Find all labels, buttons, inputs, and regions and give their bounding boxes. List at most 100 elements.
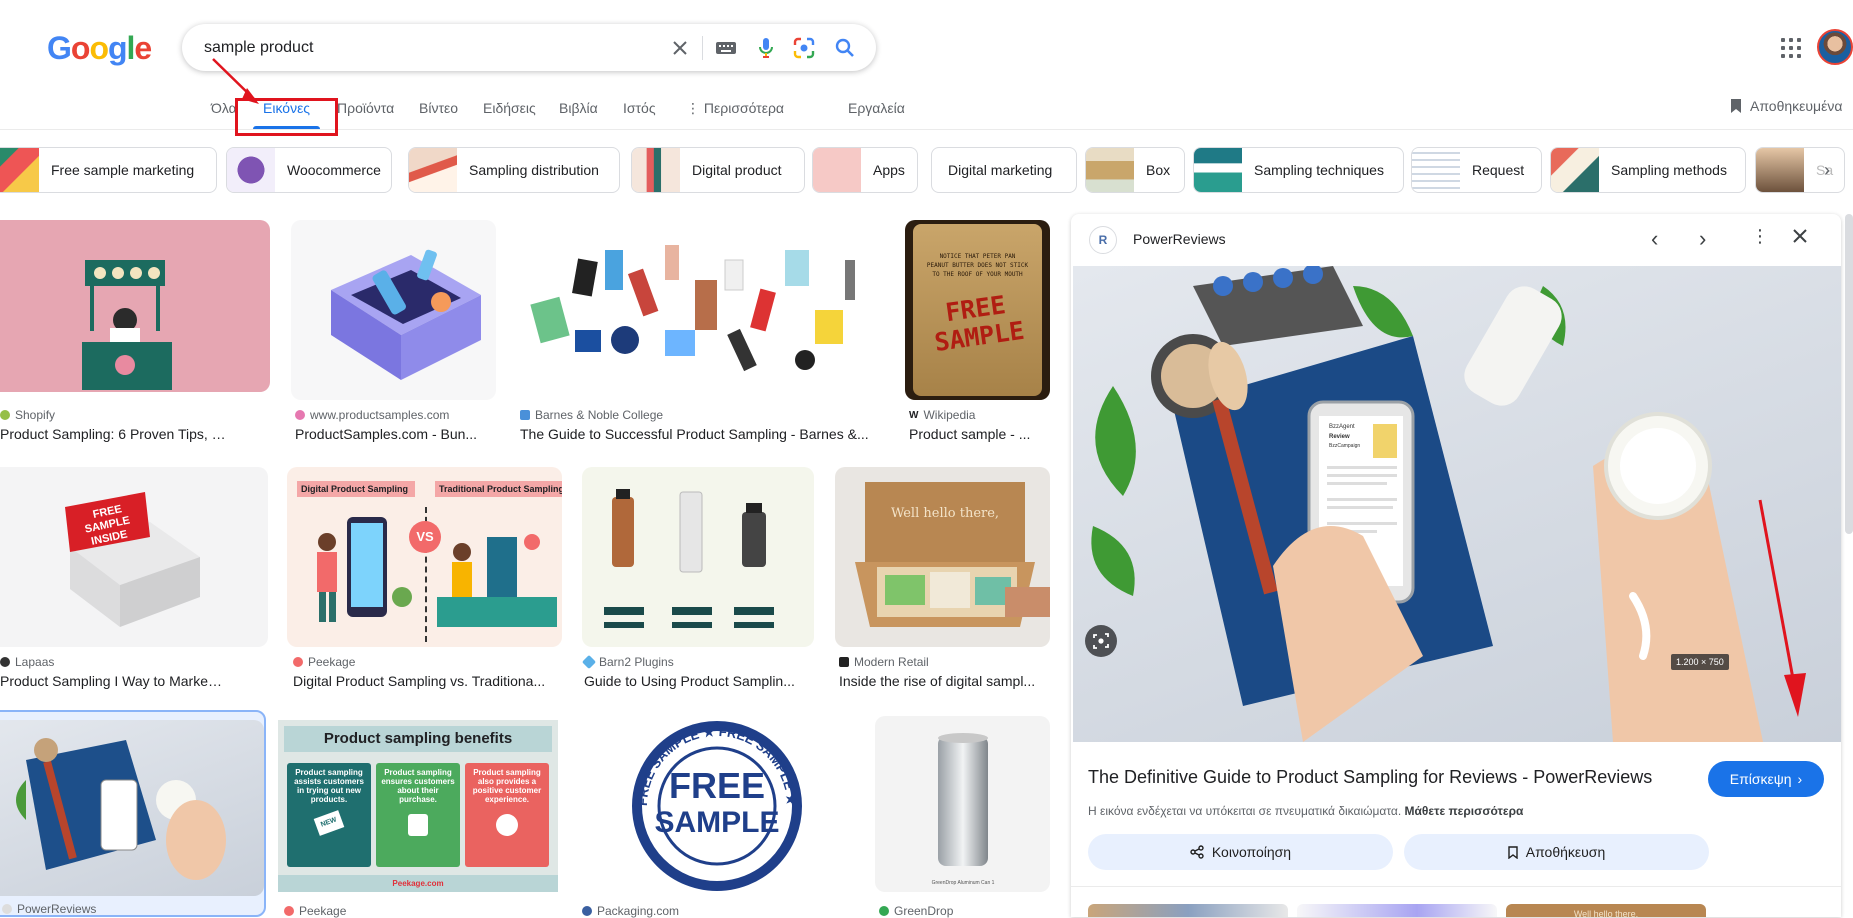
chevron-right-icon[interactable]: › bbox=[1824, 160, 1830, 181]
image-result[interactable]: Well hello there, Modern Retail Inside t… bbox=[835, 467, 1050, 697]
image-dimensions-badge: 1.200 × 750 bbox=[1671, 654, 1729, 670]
tab-web[interactable]: Ιστός bbox=[623, 100, 656, 116]
google-logo[interactable]: Google bbox=[47, 30, 152, 67]
result-source: W Wikipedia bbox=[909, 408, 975, 422]
result-image: FREE SAMPLE FREE SAMPLE ★ FREE SAMPLE ★ bbox=[578, 720, 856, 892]
image-result[interactable]: Product sampling benefits Product sampli… bbox=[278, 720, 558, 918]
image-result[interactable]: Barn2 Plugins Guide to Using Product Sam… bbox=[581, 467, 814, 697]
lens-icon[interactable] bbox=[792, 36, 816, 60]
tab-news[interactable]: Ειδήσεις bbox=[483, 100, 536, 116]
phone-text: Review bbox=[1329, 434, 1350, 440]
result-source-label: Modern Retail bbox=[854, 655, 929, 669]
apps-grid-icon[interactable] bbox=[1781, 38, 1801, 58]
chip[interactable]: Digital product bbox=[631, 147, 805, 193]
related-thumb[interactable] bbox=[1088, 904, 1288, 917]
chip[interactable]: Box bbox=[1085, 147, 1185, 193]
result-title[interactable]: The Guide to Successful Product Sampling… bbox=[520, 426, 885, 442]
chip[interactable]: Apps bbox=[812, 147, 918, 193]
related-thumb[interactable] bbox=[1297, 904, 1497, 917]
share-button[interactable]: Κοινοποίηση bbox=[1088, 834, 1393, 870]
result-image bbox=[0, 220, 270, 392]
result-source: GreenDrop bbox=[879, 904, 953, 918]
lens-search-icon[interactable] bbox=[1085, 625, 1117, 657]
related-chips: Free sample marketing Woocommerce Sampli… bbox=[0, 147, 1853, 195]
result-source-label: Barnes & Noble College bbox=[535, 408, 664, 422]
result-title[interactable]: Product sample - ... bbox=[909, 426, 1050, 442]
result-source-label: Peekage bbox=[308, 655, 356, 669]
stamp-text: FREE bbox=[669, 765, 765, 806]
jar-text: TO THE ROOF OF YOUR MOUTH bbox=[932, 271, 1023, 278]
result-title[interactable]: Product Sampling: 6 Proven Tips, Exam... bbox=[0, 426, 228, 442]
search-box bbox=[182, 24, 876, 71]
chip[interactable]: Sampling distribution bbox=[408, 147, 620, 193]
can-caption: GreenDrop Aluminum Can 1 bbox=[932, 880, 995, 886]
chip-thumb bbox=[1194, 148, 1242, 192]
result-source-label: PowerReviews bbox=[17, 902, 97, 916]
image-result[interactable]: FREE SAMPLE FREE SAMPLE ★ FREE SAMPLE ★ Pa… bbox=[578, 720, 856, 918]
annotation-arrow bbox=[212, 58, 259, 104]
chip[interactable]: Request bbox=[1411, 147, 1542, 193]
preview-image[interactable]: BzzAgent Review BzzCampaign 1.200 × 750 bbox=[1073, 266, 1841, 742]
learn-more-link[interactable]: Μάθετε περισσότερα bbox=[1405, 804, 1524, 818]
search-input[interactable] bbox=[204, 36, 624, 60]
image-result[interactable]: www.productsamples.com ProductSamples.co… bbox=[291, 220, 496, 450]
search-icon[interactable] bbox=[833, 36, 857, 60]
chip[interactable]: Sampling methods bbox=[1550, 147, 1746, 193]
panel-source[interactable]: PowerReviews bbox=[1133, 231, 1226, 247]
panel-title[interactable]: The Definitive Guide to Product Sampling… bbox=[1088, 767, 1652, 788]
result-image bbox=[582, 467, 814, 647]
chip[interactable]: Sa bbox=[1755, 147, 1845, 193]
favicon bbox=[0, 410, 10, 420]
chip-thumb bbox=[632, 148, 680, 192]
chip[interactable]: Sampling techniques bbox=[1193, 147, 1404, 193]
image-result[interactable]: Barnes & Noble College The Guide to Succ… bbox=[515, 220, 885, 450]
result-title[interactable]: Digital Product Sampling vs. Traditiona.… bbox=[293, 673, 558, 689]
tab-tools[interactable]: Εργαλεία bbox=[848, 100, 905, 116]
clear-icon[interactable] bbox=[668, 36, 692, 60]
chip-thumb bbox=[409, 148, 457, 192]
image-result[interactable]: NOTICE THAT PETER PAN PEANUT BUTTER DOES… bbox=[905, 220, 1050, 450]
microphone-icon[interactable] bbox=[754, 36, 778, 60]
bookmark-icon bbox=[1731, 99, 1741, 113]
visit-button[interactable]: Επίσκεψη › bbox=[1708, 761, 1824, 797]
chevron-right-icon[interactable]: › bbox=[1699, 228, 1706, 250]
tab-books[interactable]: Βιβλία bbox=[559, 100, 598, 116]
image-result[interactable]: Shopify Product Sampling: 6 Proven Tips,… bbox=[0, 220, 270, 450]
tab-more[interactable]: ⋮ Περισσότερα bbox=[686, 100, 784, 117]
result-title[interactable]: Guide to Using Product Samplin... bbox=[584, 673, 812, 689]
image-result[interactable]: Digital Product Sampling Traditional Pro… bbox=[287, 467, 562, 697]
tab-videos[interactable]: Βίντεο bbox=[419, 100, 458, 116]
result-source-label: GreenDrop bbox=[894, 904, 954, 918]
result-title[interactable]: ProductSamples.com - Bun... bbox=[295, 426, 490, 442]
result-title[interactable]: Product Sampling I Way to Market your... bbox=[0, 673, 225, 689]
result-title[interactable]: Inside the rise of digital sampl... bbox=[839, 673, 1050, 689]
related-thumb[interactable]: Well hello there, bbox=[1506, 904, 1706, 917]
image-result[interactable]: GreenDrop Aluminum Can 1 GreenDrop bbox=[875, 716, 1050, 918]
share-icon bbox=[1190, 845, 1204, 859]
close-icon[interactable] bbox=[1792, 228, 1808, 249]
save-label: Αποθήκευση bbox=[1525, 844, 1606, 860]
scrollbar[interactable] bbox=[1845, 214, 1853, 534]
copyright-text: Η εικόνα ενδέχεται να υπόκειται σε πνευμ… bbox=[1088, 804, 1402, 818]
save-button[interactable]: Αποθήκευση bbox=[1404, 834, 1709, 870]
share-label: Κοινοποίηση bbox=[1211, 844, 1292, 860]
more-options-icon[interactable]: ⋮ bbox=[1751, 226, 1769, 247]
chevron-left-icon[interactable]: ‹ bbox=[1651, 228, 1658, 250]
favicon bbox=[582, 906, 592, 916]
avatar[interactable] bbox=[1817, 29, 1853, 65]
new-tag: NEW bbox=[313, 810, 345, 836]
saved-link[interactable]: Αποθηκευμένα bbox=[1730, 98, 1842, 114]
tab-more-label: Περισσότερα bbox=[703, 100, 785, 116]
logo-letter: l bbox=[126, 30, 136, 66]
chip-label: Sampling distribution bbox=[469, 162, 599, 178]
chip[interactable]: Digital marketing bbox=[931, 147, 1077, 193]
benefits-footer: Peekage.com bbox=[278, 875, 558, 892]
image-result-selected[interactable]: PowerReviews bbox=[0, 710, 266, 917]
tab-products[interactable]: Προϊόντα bbox=[337, 100, 394, 116]
chip[interactable]: Free sample marketing bbox=[0, 147, 217, 193]
image-result[interactable]: FREE SAMPLE INSIDE Lapaas Product Sampling… bbox=[0, 467, 268, 697]
keyboard-icon[interactable] bbox=[714, 36, 738, 60]
header: Google Όλα Εικόνες Προϊόντα Βίντεο Ειδήσ… bbox=[0, 0, 1853, 136]
annotation-arrow bbox=[1758, 499, 1806, 717]
chip[interactable]: Woocommerce bbox=[226, 147, 392, 193]
